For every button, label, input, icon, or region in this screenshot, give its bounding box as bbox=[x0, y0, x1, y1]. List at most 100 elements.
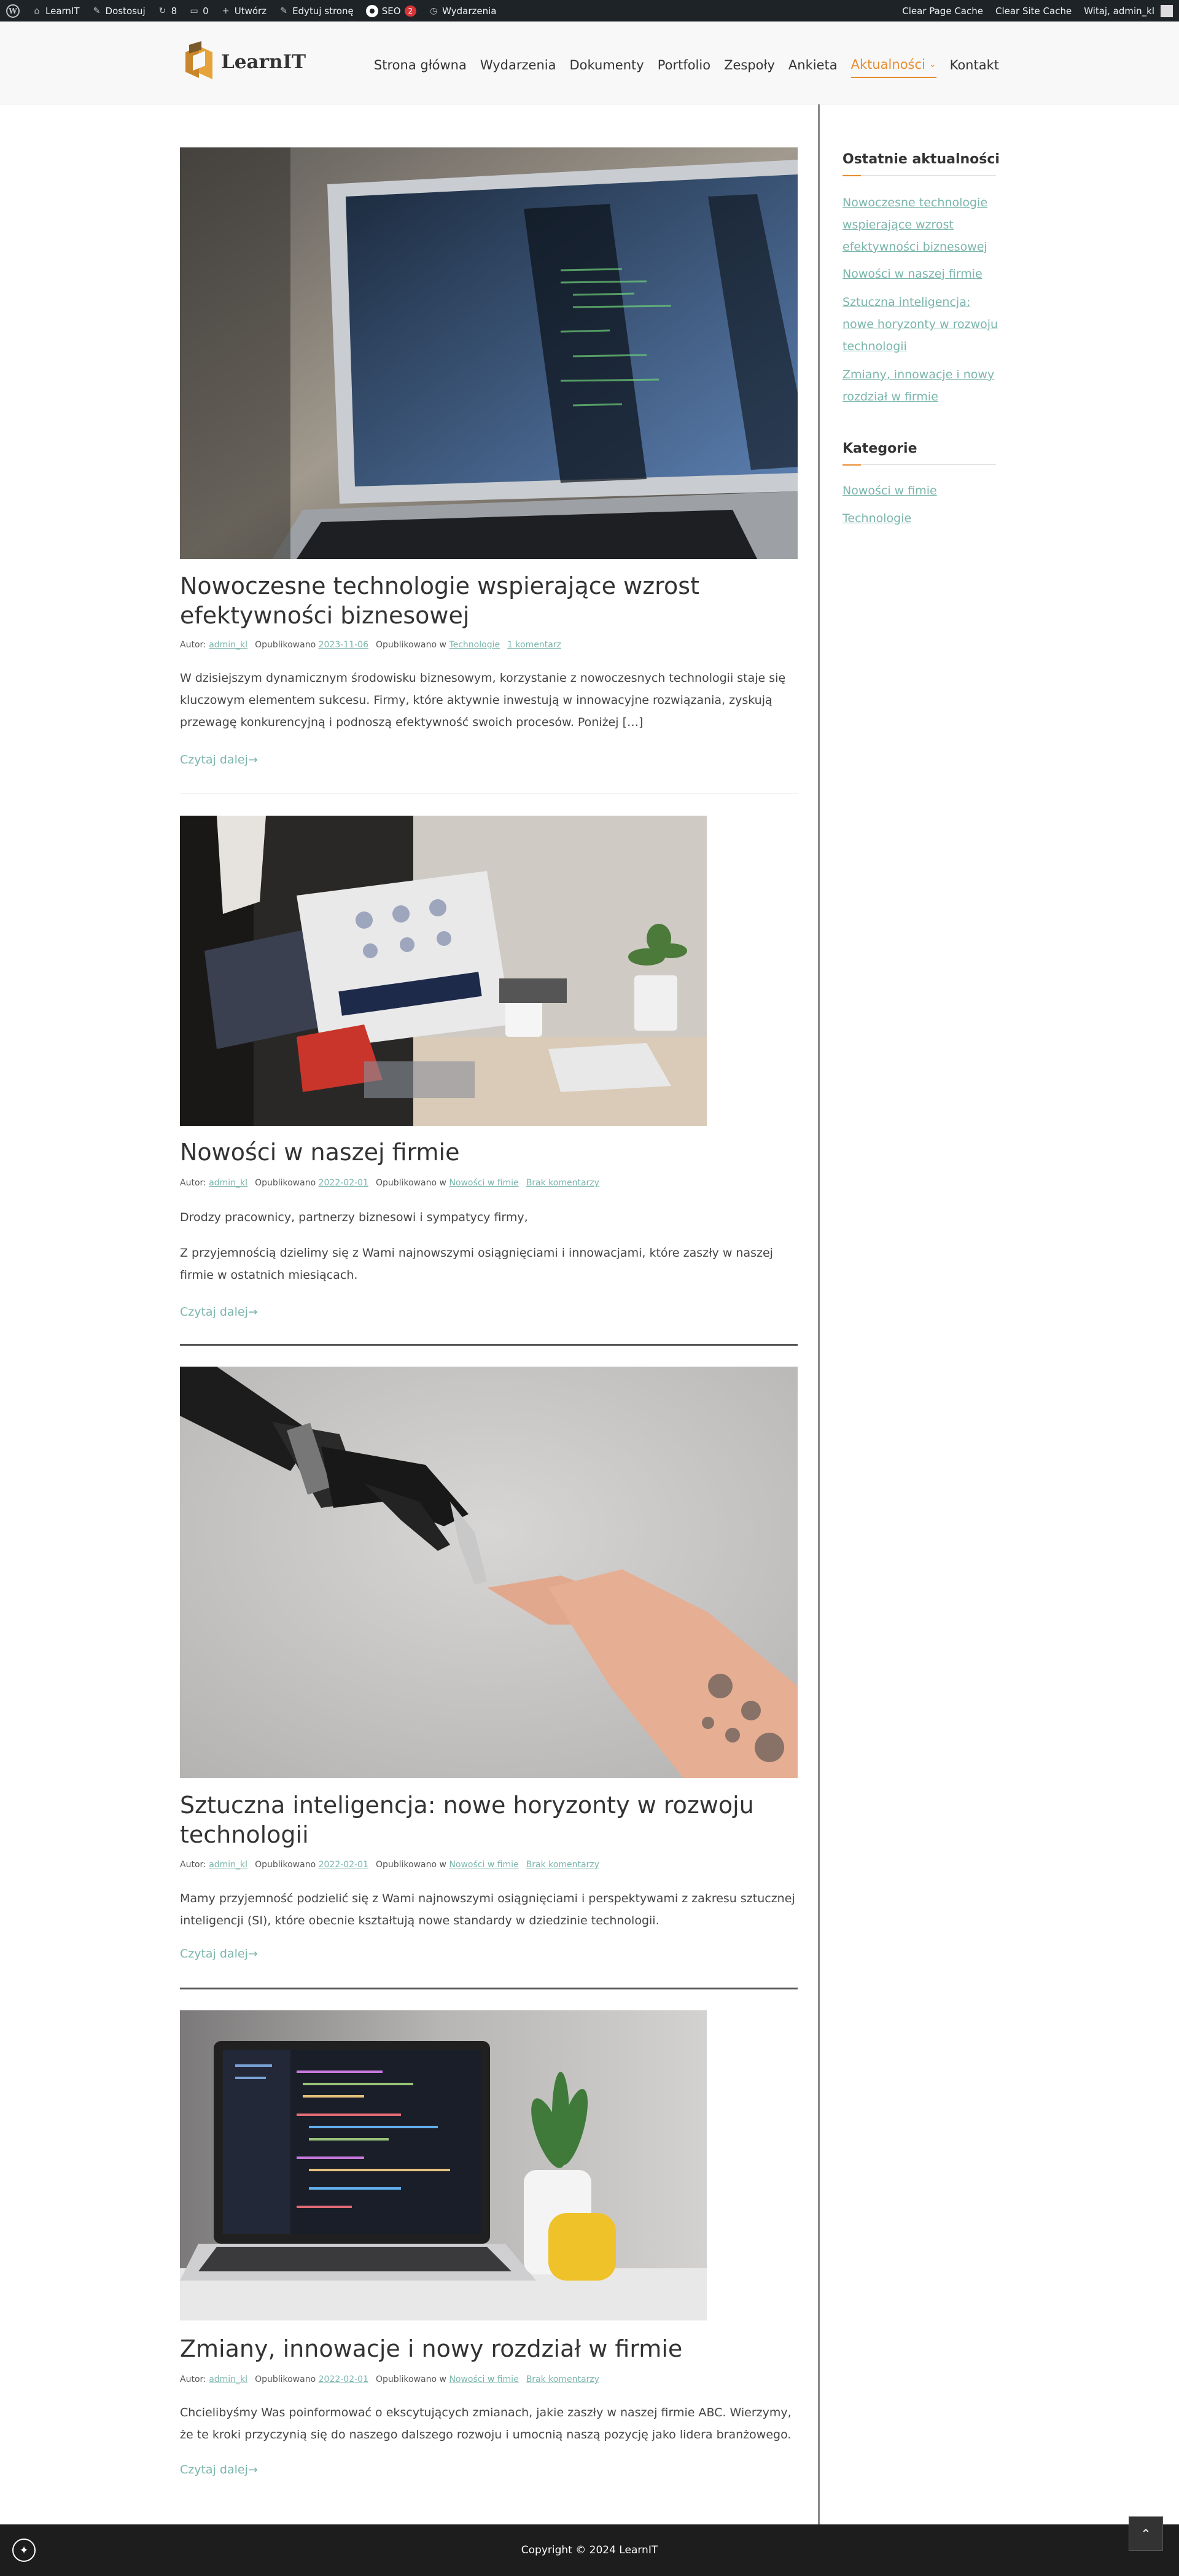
sidebar-recent-item[interactable]: Nowości w naszej firmie bbox=[842, 263, 1002, 285]
author-label: Autor: bbox=[180, 1178, 206, 1188]
sidebar-categories-title: Kategorie bbox=[842, 441, 917, 456]
admin-bar-site[interactable]: ⌂ LearnIT bbox=[32, 6, 80, 17]
sidebar-recent-item[interactable]: Sztuczna inteligencja: nowe horyzonty w … bbox=[842, 291, 1002, 357]
post-4-image-laptop-desk[interactable] bbox=[180, 2010, 707, 2320]
nav-item-events[interactable]: Wydarzenia bbox=[480, 52, 556, 78]
admin-bar-seo[interactable]: SEO 2 bbox=[365, 4, 417, 17]
nav-item-news-label: Aktualności bbox=[850, 57, 925, 72]
wordpress-logo-icon[interactable]: W bbox=[6, 4, 20, 18]
post-2-paragraph-1: Drodzy pracownicy, partnerzy biznesowi i… bbox=[180, 1211, 528, 1224]
nav-item-teams[interactable]: Zespoły bbox=[724, 52, 775, 78]
admin-bar-greeting: Witaj, admin_kl bbox=[1084, 5, 1154, 17]
laptop-desk-photo-icon bbox=[180, 2010, 707, 2320]
clear-site-cache-button[interactable]: Clear Site Cache bbox=[995, 6, 1072, 17]
comment-icon: ▭ bbox=[190, 6, 198, 16]
sidebar-recent-item[interactable]: Nowoczesne technologie wspierające wzros… bbox=[842, 192, 1002, 258]
post-1-meta: Autor: admin_kl Opublikowano 2023-11-06 … bbox=[180, 640, 561, 650]
post-1-excerpt: W dzisiejszym dynamicznym środowisku biz… bbox=[180, 671, 786, 729]
author-link[interactable]: admin_kl bbox=[209, 1178, 247, 1188]
category-link[interactable]: Nowości w fimie bbox=[449, 1178, 518, 1188]
post-4-read-more-link[interactable]: Czytaj dalej→ bbox=[180, 2463, 258, 2476]
post-2-author-meta: Autor: admin_kl bbox=[180, 1178, 247, 1188]
footer-copyright: Copyright © 2024 LearnIT bbox=[521, 2544, 658, 2556]
admin-bar-edit-page[interactable]: ✎ Edytuj stronę bbox=[279, 6, 354, 17]
date-link[interactable]: 2022-02-01 bbox=[319, 1178, 368, 1188]
robot-hand-photo-icon bbox=[180, 1367, 798, 1778]
post-2-title[interactable]: Nowości w naszej firmie bbox=[180, 1138, 798, 1167]
category-label: Opublikowano w bbox=[375, 2375, 446, 2384]
updates-icon: ↻ bbox=[158, 6, 166, 16]
laptop-photo-icon bbox=[180, 147, 798, 559]
admin-bar-events[interactable]: ◷ Wydarzenia bbox=[429, 6, 496, 17]
post-3-image-robot-hand[interactable] bbox=[180, 1367, 798, 1778]
admin-bar-account[interactable]: Witaj, admin_kl bbox=[1084, 4, 1173, 17]
category-link[interactable]: Nowości w fimie bbox=[449, 1860, 518, 1870]
post-3-excerpt: Mamy przyjemność podzielić się z Wami na… bbox=[180, 1892, 795, 1927]
nav-item-home[interactable]: Strona główna bbox=[374, 52, 467, 78]
scroll-to-top-button[interactable]: ⌃ bbox=[1129, 2516, 1163, 2551]
category-label: Opublikowano w bbox=[375, 1178, 446, 1188]
post-4-author-meta: Autor: admin_kl bbox=[180, 2375, 247, 2384]
post-1-read-more-link[interactable]: Czytaj dalej→ bbox=[180, 753, 258, 767]
post-2-meta: Autor: admin_kl Opublikowano 2022-02-01 … bbox=[180, 1178, 599, 1188]
comments-link[interactable]: 1 komentarz bbox=[507, 640, 561, 650]
nav-item-portfolio[interactable]: Portfolio bbox=[658, 52, 710, 78]
admin-bar-comments[interactable]: ▭ 0 bbox=[189, 6, 209, 17]
category-link[interactable]: Technologie bbox=[449, 640, 500, 650]
post-3-title[interactable]: Sztuczna inteligencja: nowe horyzonty w … bbox=[180, 1790, 798, 1849]
post-2-image-business-newspaper[interactable] bbox=[180, 816, 707, 1126]
post-3-author-meta: Autor: admin_kl bbox=[180, 1860, 247, 1870]
admin-bar-comments-count: 0 bbox=[203, 5, 209, 17]
post-1-title[interactable]: Nowoczesne technologie wspierające wzros… bbox=[180, 571, 798, 630]
post-4-category-meta: Opublikowano w Nowości w fimie bbox=[376, 2375, 519, 2384]
sidebar-title-underline bbox=[842, 175, 996, 176]
admin-bar-customize[interactable]: ✎ Dostosuj bbox=[92, 6, 146, 17]
published-label: Opublikowano bbox=[255, 2375, 316, 2384]
post-2-read-more-link[interactable]: Czytaj dalej→ bbox=[180, 1305, 258, 1319]
post-4-excerpt: Chcielibyśmy Was poinformować o ekscytuj… bbox=[180, 2406, 792, 2441]
post-4-title[interactable]: Zmiany, innowacje i nowy rozdział w firm… bbox=[180, 2334, 798, 2363]
author-link[interactable]: admin_kl bbox=[209, 1860, 247, 1870]
admin-bar-right: Clear Page Cache Clear Site Cache Witaj,… bbox=[902, 4, 1173, 17]
nav-item-survey[interactable]: Ankieta bbox=[788, 52, 838, 78]
admin-bar-new[interactable]: + Utwórz bbox=[221, 6, 267, 17]
site-header: LearnIT Strona główna Wydarzenia Dokumen… bbox=[0, 21, 1179, 104]
author-label: Autor: bbox=[180, 1860, 206, 1870]
post-1-image-laptop-code[interactable] bbox=[180, 147, 798, 559]
sidebar-category-item[interactable]: Technologie bbox=[842, 507, 1002, 529]
published-label: Opublikowano bbox=[255, 640, 316, 650]
author-link[interactable]: admin_kl bbox=[209, 2375, 247, 2384]
admin-bar-left: W ⌂ LearnIT ✎ Dostosuj ↻ 8 ▭ 0 + Utwórz … bbox=[6, 4, 496, 18]
clear-page-cache-button[interactable]: Clear Page Cache bbox=[902, 6, 983, 17]
calendar-icon: ◷ bbox=[430, 6, 438, 16]
cookie-settings-icon[interactable]: ✦ bbox=[12, 2539, 36, 2562]
plus-icon: + bbox=[222, 6, 230, 16]
post-separator bbox=[180, 1988, 798, 1989]
author-link[interactable]: admin_kl bbox=[209, 640, 247, 650]
author-label: Autor: bbox=[180, 640, 206, 650]
post-2-date-meta: Opublikowano 2022-02-01 bbox=[255, 1178, 368, 1188]
date-link[interactable]: 2022-02-01 bbox=[319, 2375, 368, 2384]
admin-bar-events-label: Wydarzenia bbox=[442, 5, 497, 17]
site-logo[interactable]: LearnIT bbox=[183, 41, 306, 83]
nav-item-documents[interactable]: Dokumenty bbox=[569, 52, 644, 78]
post-separator bbox=[180, 1344, 798, 1346]
post-3-meta: Autor: admin_kl Opublikowano 2022-02-01 … bbox=[180, 1860, 599, 1870]
avatar bbox=[1161, 4, 1173, 17]
sidebar-category-item[interactable]: Nowości w fimie bbox=[842, 480, 1002, 502]
comments-link[interactable]: Brak komentarzy bbox=[526, 2375, 599, 2384]
post-3-date-meta: Opublikowano 2022-02-01 bbox=[255, 1860, 368, 1870]
post-3-category-meta: Opublikowano w Nowości w fimie bbox=[376, 1860, 519, 1870]
comments-link[interactable]: Brak komentarzy bbox=[526, 1178, 599, 1188]
published-label: Opublikowano bbox=[255, 1178, 316, 1188]
date-link[interactable]: 2022-02-01 bbox=[319, 1860, 368, 1870]
nav-item-news[interactable]: Aktualności ⌄ bbox=[850, 52, 936, 78]
date-link[interactable]: 2023-11-06 bbox=[319, 640, 368, 650]
category-link[interactable]: Nowości w fimie bbox=[449, 2375, 518, 2384]
nav-item-contact[interactable]: Kontakt bbox=[950, 52, 999, 78]
comments-link[interactable]: Brak komentarzy bbox=[526, 1860, 599, 1870]
sidebar-recent-item[interactable]: Zmiany, innowacje i nowy rozdział w firm… bbox=[842, 364, 1002, 408]
sidebar-title-underline bbox=[842, 464, 996, 466]
admin-bar-updates[interactable]: ↻ 8 bbox=[158, 6, 177, 17]
post-3-read-more-link[interactable]: Czytaj dalej→ bbox=[180, 1947, 258, 1961]
